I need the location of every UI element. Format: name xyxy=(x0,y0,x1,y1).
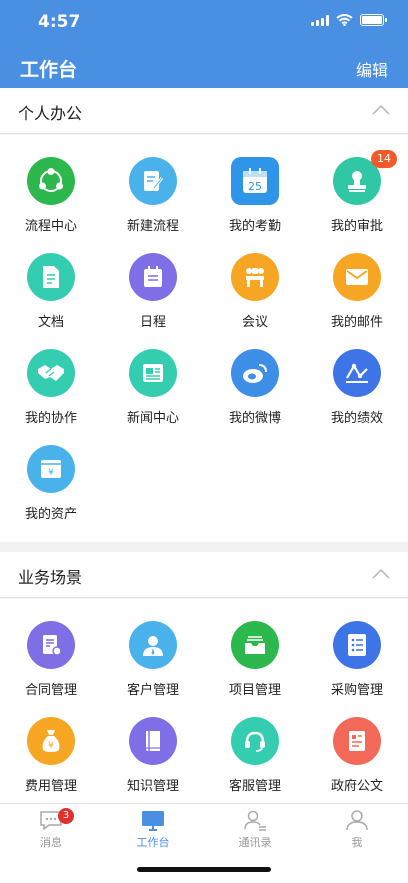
app-label: 知识管理 xyxy=(126,779,179,794)
official-doc-icon xyxy=(333,717,381,765)
app-label: 费用管理 xyxy=(24,779,77,794)
app-label: 会议 xyxy=(241,315,268,330)
app-new-process[interactable]: 新建流程 xyxy=(102,157,204,253)
meeting-icon xyxy=(231,253,279,301)
purchase-icon xyxy=(333,621,381,669)
svg-text:¥: ¥ xyxy=(48,468,54,478)
svg-text:¥: ¥ xyxy=(48,741,54,751)
app-label: 客服管理 xyxy=(228,779,281,794)
calendar-day: 25 xyxy=(248,180,262,193)
app-meeting[interactable]: 会议 xyxy=(204,253,306,349)
app-my-assets[interactable]: ¥ 我的资产 xyxy=(0,445,102,541)
app-project-management[interactable]: 项目管理 xyxy=(204,621,306,717)
app-label: 新闻中心 xyxy=(126,411,179,426)
tab-messages[interactable]: 3 消息 xyxy=(0,808,102,854)
share-icon xyxy=(27,157,75,205)
mail-icon xyxy=(333,253,381,301)
tab-label: 我 xyxy=(351,836,363,849)
customer-icon xyxy=(129,621,177,669)
app-contract-management[interactable]: 合同管理 xyxy=(0,621,102,717)
app-customer-management[interactable]: 客户管理 xyxy=(102,621,204,717)
performance-icon xyxy=(333,349,381,397)
tab-label: 通讯录 xyxy=(238,836,272,849)
app-label: 新建流程 xyxy=(126,219,179,234)
profile-icon xyxy=(346,810,368,831)
handshake-icon xyxy=(27,349,75,397)
app-knowledge-management[interactable]: 知识管理 xyxy=(102,717,204,813)
app-purchase-management[interactable]: 采购管理 xyxy=(306,621,408,717)
money-bag-icon: ¥ xyxy=(27,717,75,765)
app-my-mail[interactable]: 我的邮件 xyxy=(306,253,408,349)
edit-doc-icon xyxy=(129,157,177,205)
tab-contacts[interactable]: 通讯录 xyxy=(204,808,306,854)
app-label: 流程中心 xyxy=(24,219,77,234)
app-label: 政府公文 xyxy=(330,779,383,794)
app-label: 我的协作 xyxy=(24,411,77,426)
app-collaboration[interactable]: 我的协作 xyxy=(0,349,102,445)
tab-label: 工作台 xyxy=(136,836,170,849)
chevron-up-icon[interactable] xyxy=(372,568,390,579)
app-label: 我的微博 xyxy=(228,411,281,426)
app-my-approval[interactable]: 14 我的审批 xyxy=(306,150,408,253)
app-label: 客户管理 xyxy=(126,683,179,698)
status-icons xyxy=(311,14,387,26)
page-title: 工作台 xyxy=(20,59,78,81)
asset-icon: ¥ xyxy=(27,445,75,493)
workbench-icon xyxy=(142,811,164,831)
weibo-icon xyxy=(231,349,279,397)
app-label: 我的邮件 xyxy=(330,315,383,330)
contacts-icon xyxy=(244,810,266,831)
app-label: 合同管理 xyxy=(24,683,77,698)
app-process-center[interactable]: 流程中心 xyxy=(0,157,102,253)
app-schedule[interactable]: 日程 xyxy=(102,253,204,349)
personal-apps-grid: 流程中心 新建流程 25 我的考勤 14 我的审批 文档 日程 会议 我的邮件 … xyxy=(0,135,408,542)
app-documents[interactable]: 文档 xyxy=(0,253,102,349)
app-label: 文档 xyxy=(37,315,64,330)
app-my-performance[interactable]: 我的绩效 xyxy=(306,349,408,445)
signal-icon xyxy=(311,14,329,26)
app-expense-management[interactable]: ¥ 费用管理 xyxy=(0,717,102,813)
approval-badge: 14 xyxy=(371,150,397,168)
app-label: 我的资产 xyxy=(24,507,77,522)
app-label: 我的审批 xyxy=(330,219,383,234)
top-bar: 4:57 工作台 编辑 xyxy=(0,0,408,88)
document-icon xyxy=(27,253,75,301)
app-government-documents[interactable]: 政府公文 xyxy=(306,717,408,813)
section-header-business[interactable]: 业务场景 xyxy=(0,552,408,598)
battery-icon xyxy=(360,14,387,26)
section-title: 个人办公 xyxy=(18,104,83,123)
app-customer-service[interactable]: 客服管理 xyxy=(204,717,306,813)
tab-me[interactable]: 我 xyxy=(306,808,408,854)
calendar-icon: 25 xyxy=(231,157,279,205)
app-label: 日程 xyxy=(139,315,166,330)
project-icon xyxy=(231,621,279,669)
app-my-weibo[interactable]: 我的微博 xyxy=(204,349,306,445)
section-title: 业务场景 xyxy=(18,568,83,587)
section-header-personal[interactable]: 个人办公 xyxy=(0,88,408,134)
app-label: 项目管理 xyxy=(228,683,281,698)
app-label: 我的绩效 xyxy=(330,411,383,426)
news-icon xyxy=(129,349,177,397)
tab-workbench[interactable]: 工作台 xyxy=(102,808,204,854)
status-time: 4:57 xyxy=(38,12,81,32)
schedule-icon xyxy=(129,253,177,301)
app-attendance[interactable]: 25 我的考勤 xyxy=(204,157,306,253)
app-label: 采购管理 xyxy=(330,683,383,698)
messages-badge: 3 xyxy=(58,808,74,824)
headset-icon xyxy=(231,717,279,765)
contract-icon xyxy=(27,621,75,669)
chevron-up-icon[interactable] xyxy=(372,104,390,115)
edit-button[interactable]: 编辑 xyxy=(356,57,388,81)
wifi-icon xyxy=(336,14,353,26)
tab-label: 消息 xyxy=(40,836,62,849)
home-indicator xyxy=(137,867,271,872)
app-label: 我的考勤 xyxy=(228,219,281,234)
business-apps-grid: 合同管理 客户管理 项目管理 采购管理 ¥ 费用管理 知识管理 客服管理 政府公… xyxy=(0,599,408,803)
book-icon xyxy=(129,717,177,765)
app-news-center[interactable]: 新闻中心 xyxy=(102,349,204,445)
